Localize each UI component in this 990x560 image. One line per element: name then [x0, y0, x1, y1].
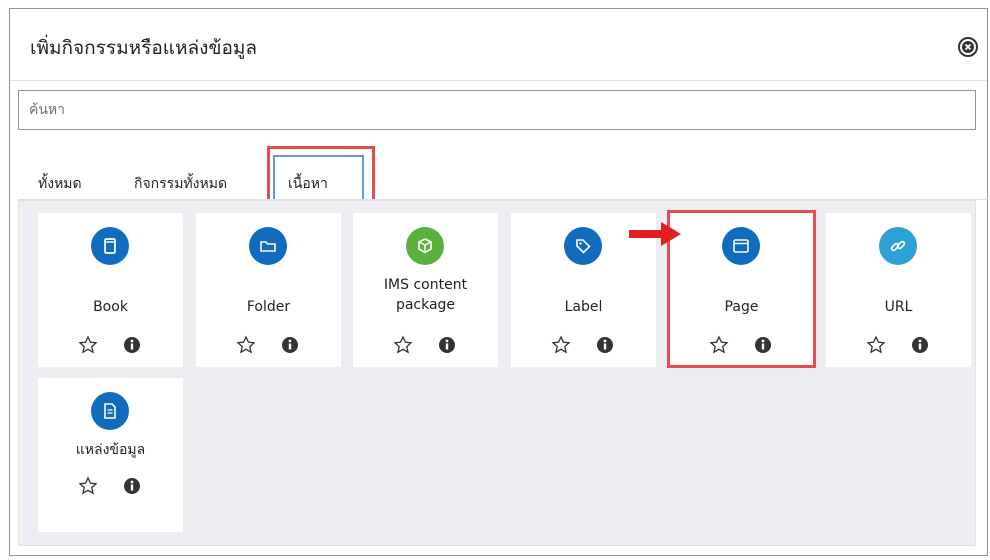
search-input[interactable]	[18, 90, 976, 130]
link-icon	[879, 227, 917, 265]
module-label: Label	[564, 299, 603, 315]
tag-icon	[564, 227, 602, 265]
red-arrow-icon	[629, 222, 681, 246]
module-card-resource[interactable]: แหล่งข้อมูล	[38, 378, 183, 532]
package-icon	[406, 227, 444, 265]
file-icon	[91, 392, 129, 430]
info-icon[interactable]	[437, 335, 457, 355]
header-divider	[10, 80, 987, 81]
module-label: Folder	[246, 299, 291, 315]
highlight-box-page	[667, 210, 816, 368]
module-label: แหล่งข้อมูล	[75, 442, 146, 458]
star-icon[interactable]	[551, 335, 571, 355]
module-label: Book	[93, 299, 128, 315]
module-card-folder[interactable]: Folder	[196, 213, 341, 367]
info-icon[interactable]	[280, 335, 300, 355]
module-card-url[interactable]: URL	[826, 213, 971, 367]
info-icon[interactable]	[910, 335, 930, 355]
module-card-ims-content-package[interactable]: IMS content package	[353, 213, 498, 367]
info-icon[interactable]	[595, 335, 615, 355]
folder-icon	[249, 227, 287, 265]
close-icon[interactable]	[957, 36, 979, 58]
star-icon[interactable]	[78, 335, 98, 355]
module-label: URL	[884, 299, 913, 315]
tab-activities[interactable]: กิจกรรมทั้งหมด	[134, 173, 227, 195]
star-icon[interactable]	[236, 335, 256, 355]
dialog-title: เพิ่มกิจกรรมหรือแหล่งข้อมูล	[30, 37, 258, 59]
info-icon[interactable]	[122, 335, 142, 355]
star-icon[interactable]	[78, 476, 98, 496]
info-icon[interactable]	[122, 476, 142, 496]
star-icon[interactable]	[393, 335, 413, 355]
tab-resources[interactable]: เนื้อหา	[288, 173, 328, 195]
star-icon[interactable]	[866, 335, 886, 355]
module-card-book[interactable]: Book	[38, 213, 183, 367]
book-icon	[91, 227, 129, 265]
tab-all[interactable]: ทั้งหมด	[38, 173, 82, 195]
module-label: IMS content package	[383, 277, 468, 313]
